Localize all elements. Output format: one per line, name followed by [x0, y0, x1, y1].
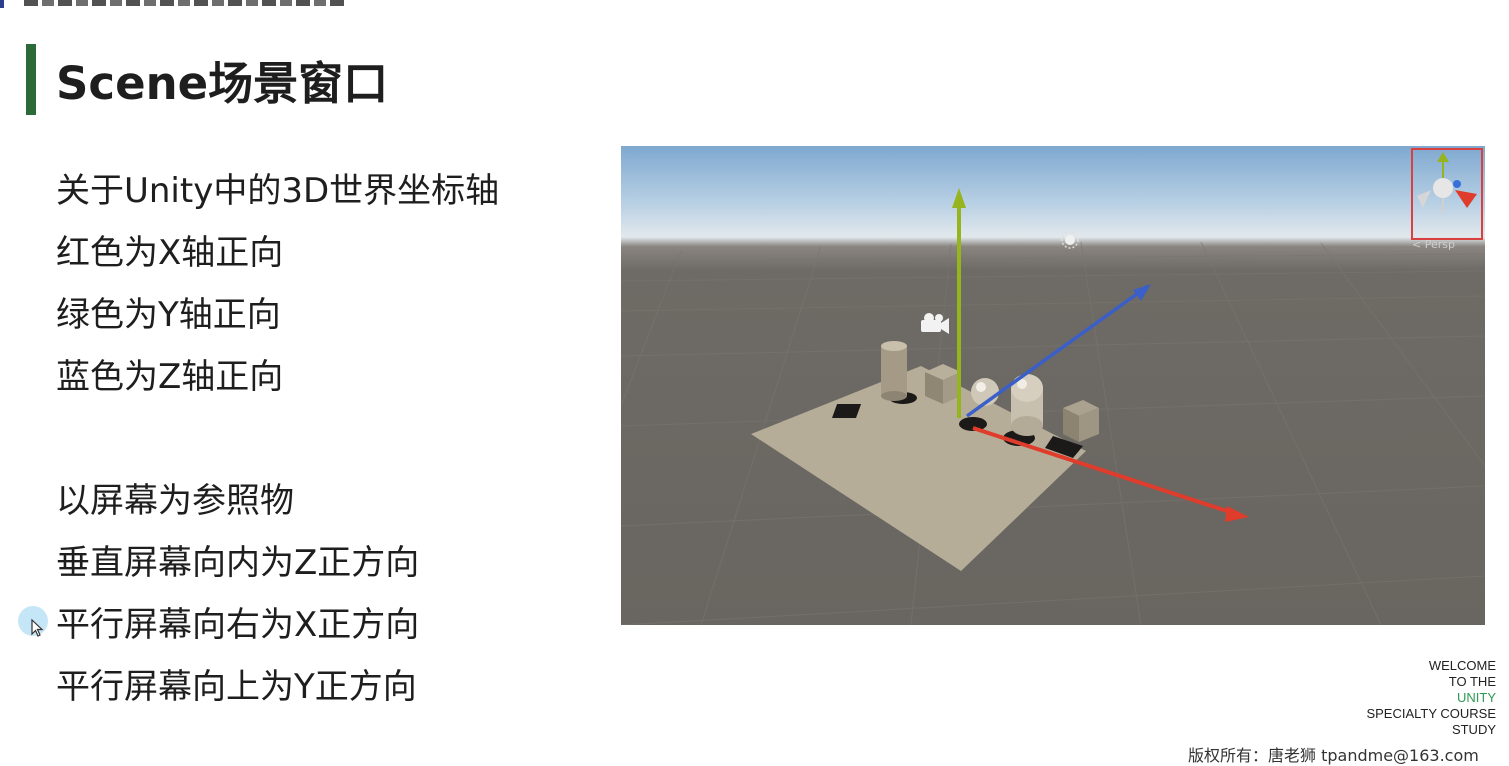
cylinder-object[interactable] [881, 341, 907, 401]
projection-toggle[interactable]: < Persp [1412, 238, 1455, 251]
bullet-list: 关于Unity中的3D世界坐标轴 红色为X轴正向 绿色为Y轴正向 蓝色为Z轴正向… [56, 160, 499, 718]
bullet-item: 以屏幕为参照物 [56, 481, 294, 521]
sun-light-icon[interactable] [1061, 231, 1079, 249]
bullet-item: 关于Unity中的3D世界坐标轴 [56, 171, 500, 211]
bullet-item: 平行屏幕向右为X正方向 [56, 605, 420, 645]
course-branding: WELCOME TO THE UNITY SPECIALTY COURSE ST… [1366, 658, 1496, 738]
mouse-pointer-icon [31, 618, 44, 637]
bullet-item: 垂直屏幕向内为Z正方向 [56, 543, 420, 583]
scene-canvas[interactable] [621, 146, 1485, 625]
cube-object[interactable] [925, 364, 961, 404]
bullet-spacer [56, 408, 499, 470]
cube-object[interactable] [1063, 400, 1099, 442]
bullet-item: 绿色为Y轴正向 [56, 295, 281, 335]
brand-line: STUDY [1451, 722, 1496, 737]
brand-line: SPECIALTY COURSE [1366, 706, 1496, 721]
scene-grid [621, 241, 1485, 625]
brand-line-accent: UNITY [1457, 690, 1496, 705]
header-accent [0, 0, 4, 8]
page-title: Scene场景窗口 [56, 57, 389, 110]
title-accent-bar [26, 44, 36, 115]
bullet-item: 红色为X轴正向 [56, 233, 284, 273]
bullet-item: 蓝色为Z轴正向 [56, 357, 284, 397]
bullet-item: 平行屏幕向上为Y正方向 [56, 667, 417, 707]
scene-view[interactable]: < Persp [621, 146, 1485, 625]
copyright-notice: 版权所有：唐老狮 tpandme@163.com [1188, 746, 1479, 765]
capsule-object[interactable] [1011, 374, 1043, 436]
brand-line: WELCOME [1428, 658, 1496, 673]
camera-icon[interactable] [921, 313, 949, 334]
brand-line: TO THE [1448, 674, 1496, 689]
header-blurred-text [24, 0, 344, 6]
gizmo-highlight-box [1411, 148, 1483, 240]
previous-slide-header-strip [0, 0, 360, 8]
